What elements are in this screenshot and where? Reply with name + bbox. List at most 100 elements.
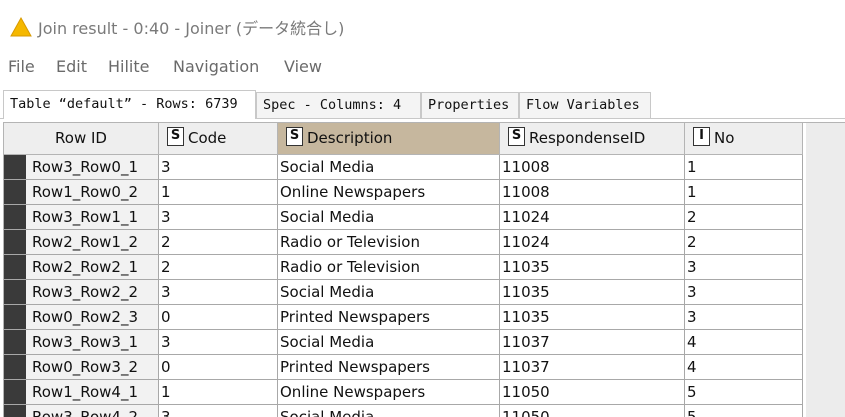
description-cell[interactable]: Social Media xyxy=(278,280,500,305)
row-id-text: Row2_Row2_1 xyxy=(32,258,139,276)
tab-properties[interactable]: Properties xyxy=(421,92,519,118)
description-cell[interactable]: Printed Newspapers xyxy=(278,355,500,380)
description-cell[interactable]: Social Media xyxy=(278,205,500,230)
table-row[interactable]: Row0_Row3_2 0 Printed Newspapers 11037 4 xyxy=(4,355,804,380)
table-row[interactable]: Row1_Row4_1 1 Online Newspapers 11050 5 xyxy=(4,380,804,405)
respondenseid-cell[interactable]: 11035 xyxy=(500,280,685,305)
no-cell[interactable]: 3 xyxy=(685,305,803,330)
window-title: Join result - 0:40 - Joiner (データ統合し) xyxy=(38,19,345,38)
row-id-cell[interactable]: Row0_Row2_3 xyxy=(4,305,159,330)
code-cell[interactable]: 2 xyxy=(159,255,278,280)
table-row[interactable]: Row1_Row0_2 1 Online Newspapers 11008 1 xyxy=(4,180,804,205)
header-respondenseid[interactable]: S RespondenseID xyxy=(500,123,685,155)
no-cell[interactable]: 2 xyxy=(685,205,803,230)
row-marker xyxy=(4,180,26,204)
row-id-cell[interactable]: Row3_Row0_1 xyxy=(4,155,159,180)
row-marker xyxy=(4,205,26,229)
header-label: No xyxy=(714,129,735,147)
menu-navigation[interactable]: Navigation xyxy=(173,57,259,76)
warning-icon xyxy=(10,17,32,37)
tab-spec[interactable]: Spec - Columns: 4 xyxy=(256,92,421,118)
integer-type-icon: I xyxy=(693,127,710,146)
code-cell[interactable]: 1 xyxy=(159,180,278,205)
no-cell[interactable]: 1 xyxy=(685,155,803,180)
header-no[interactable]: I No xyxy=(685,123,803,155)
code-cell[interactable]: 3 xyxy=(159,330,278,355)
table-row[interactable]: Row2_Row2_1 2 Radio or Television 11035 3 xyxy=(4,255,804,280)
description-cell[interactable]: Social Media xyxy=(278,405,500,417)
description-cell[interactable]: Radio or Television xyxy=(278,255,500,280)
no-cell[interactable]: 4 xyxy=(685,355,803,380)
header-row-id[interactable]: Row ID xyxy=(4,123,159,155)
code-cell[interactable]: 3 xyxy=(159,280,278,305)
string-type-icon: S xyxy=(286,127,303,146)
table-row[interactable]: Row3_Row4_2 3 Social Media 11050 5 xyxy=(4,405,804,417)
no-cell[interactable]: 2 xyxy=(685,230,803,255)
table-row[interactable]: Row3_Row3_1 3 Social Media 11037 4 xyxy=(4,330,804,355)
row-id-text: Row1_Row0_2 xyxy=(32,183,139,201)
code-cell[interactable]: 3 xyxy=(159,205,278,230)
tab-flow-variables[interactable]: Flow Variables xyxy=(519,92,651,118)
respondenseid-cell[interactable]: 11050 xyxy=(500,405,685,417)
header-label: Code xyxy=(188,129,227,147)
respondenseid-cell[interactable]: 11008 xyxy=(500,155,685,180)
code-cell[interactable]: 1 xyxy=(159,380,278,405)
code-cell[interactable]: 0 xyxy=(159,305,278,330)
respondenseid-cell[interactable]: 11050 xyxy=(500,380,685,405)
row-marker xyxy=(4,305,26,329)
code-cell[interactable]: 3 xyxy=(159,155,278,180)
code-cell[interactable]: 0 xyxy=(159,355,278,380)
table-row[interactable]: Row3_Row0_1 3 Social Media 11008 1 xyxy=(4,155,804,180)
description-cell[interactable]: Online Newspapers xyxy=(278,180,500,205)
row-id-cell[interactable]: Row1_Row4_1 xyxy=(4,380,159,405)
row-marker xyxy=(4,255,26,279)
row-id-text: Row0_Row3_2 xyxy=(32,358,139,376)
row-id-cell[interactable]: Row3_Row4_2 xyxy=(4,405,159,417)
menu-view[interactable]: View xyxy=(284,57,322,76)
row-id-cell[interactable]: Row0_Row3_2 xyxy=(4,355,159,380)
row-id-cell[interactable]: Row2_Row2_1 xyxy=(4,255,159,280)
row-marker xyxy=(4,380,26,404)
row-marker xyxy=(4,280,26,304)
no-cell[interactable]: 3 xyxy=(685,280,803,305)
header-label: RespondenseID xyxy=(529,129,646,147)
respondenseid-cell[interactable]: 11024 xyxy=(500,205,685,230)
code-cell[interactable]: 2 xyxy=(159,230,278,255)
respondenseid-cell[interactable]: 11037 xyxy=(500,355,685,380)
description-cell[interactable]: Social Media xyxy=(278,330,500,355)
header-code[interactable]: S Code xyxy=(159,123,278,155)
respondenseid-cell[interactable]: 11035 xyxy=(500,255,685,280)
code-cell[interactable]: 3 xyxy=(159,405,278,417)
tab-table-default[interactable]: Table “default” - Rows: 6739 xyxy=(3,90,256,119)
respondenseid-cell[interactable]: 11035 xyxy=(500,305,685,330)
row-id-cell[interactable]: Row3_Row1_1 xyxy=(4,205,159,230)
no-cell[interactable]: 4 xyxy=(685,330,803,355)
header-description[interactable]: S Description xyxy=(278,123,500,155)
description-cell[interactable]: Radio or Television xyxy=(278,230,500,255)
no-cell[interactable]: 3 xyxy=(685,255,803,280)
row-id-text: Row2_Row1_2 xyxy=(32,233,139,251)
table-row[interactable]: Row3_Row2_2 3 Social Media 11035 3 xyxy=(4,280,804,305)
no-cell[interactable]: 1 xyxy=(685,180,803,205)
row-marker xyxy=(4,230,26,254)
row-id-cell[interactable]: Row3_Row3_1 xyxy=(4,330,159,355)
description-cell[interactable]: Printed Newspapers xyxy=(278,305,500,330)
row-id-cell[interactable]: Row3_Row2_2 xyxy=(4,280,159,305)
row-id-cell[interactable]: Row1_Row0_2 xyxy=(4,180,159,205)
respondenseid-cell[interactable]: 11037 xyxy=(500,330,685,355)
row-id-cell[interactable]: Row2_Row1_2 xyxy=(4,230,159,255)
table-row[interactable]: Row2_Row1_2 2 Radio or Television 11024 2 xyxy=(4,230,804,255)
no-cell[interactable]: 5 xyxy=(685,380,803,405)
no-cell[interactable]: 5 xyxy=(685,405,803,417)
menu-bar: File Edit Hilite Navigation View xyxy=(0,54,845,80)
description-cell[interactable]: Social Media xyxy=(278,155,500,180)
row-id-text: Row3_Row2_2 xyxy=(32,283,139,301)
description-cell[interactable]: Online Newspapers xyxy=(278,380,500,405)
respondenseid-cell[interactable]: 11008 xyxy=(500,180,685,205)
respondenseid-cell[interactable]: 11024 xyxy=(500,230,685,255)
table-row[interactable]: Row3_Row1_1 3 Social Media 11024 2 xyxy=(4,205,804,230)
menu-file[interactable]: File xyxy=(8,57,35,76)
menu-hilite[interactable]: Hilite xyxy=(108,57,149,76)
table-row[interactable]: Row0_Row2_3 0 Printed Newspapers 11035 3 xyxy=(4,305,804,330)
menu-edit[interactable]: Edit xyxy=(56,57,87,76)
